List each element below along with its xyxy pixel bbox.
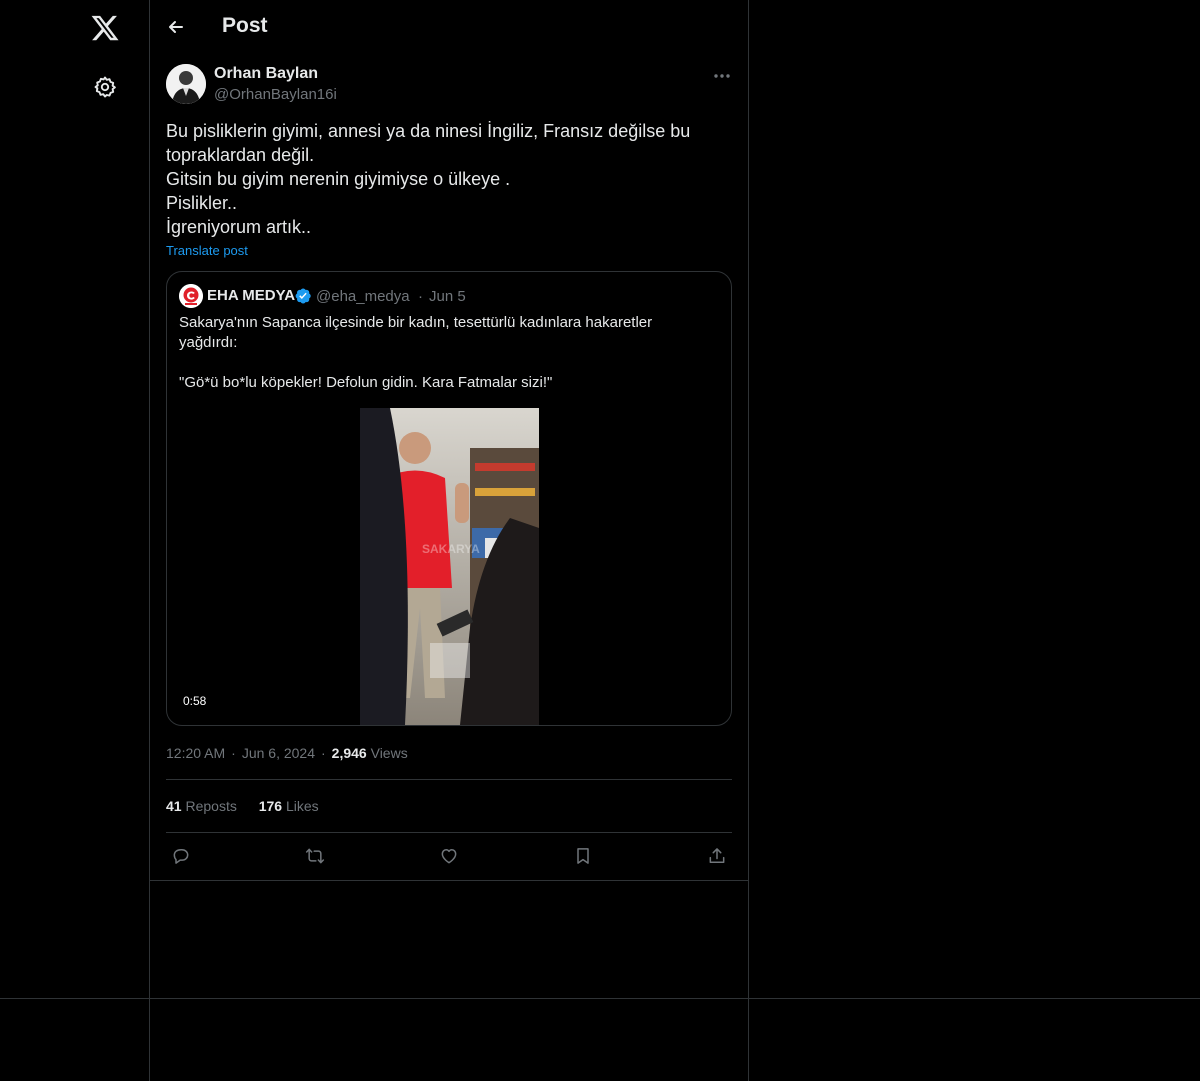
quoted-text-line: Sakarya'nın Sapanca ilçesinde bir kadın,…: [179, 314, 653, 331]
reply-icon[interactable]: [171, 846, 191, 866]
quoted-post-date[interactable]: Jun 5: [429, 288, 466, 305]
quoted-post-card[interactable]: EHA MEDYA @eha_medya · Jun 5 Sakarya'nın…: [166, 271, 732, 726]
reposts-label: Reposts: [185, 798, 237, 814]
video-duration-badge: 0:58: [177, 692, 213, 710]
more-options-icon[interactable]: [712, 66, 732, 86]
quoted-author-handle[interactable]: @eha_medya: [316, 288, 410, 305]
likes-count: 176: [258, 798, 283, 814]
share-icon[interactable]: [707, 846, 727, 866]
translate-post-link[interactable]: Translate post: [166, 243, 248, 258]
left-column-divider: [149, 0, 150, 1081]
post-text-line: Bu pisliklerin giyimi, annesi ya da nine…: [166, 121, 691, 141]
quoted-text-line: "Gö*ü bo*lu köpekler! Defolun gidin. Kar…: [179, 374, 553, 391]
post-text-line: Pislikler..: [166, 193, 238, 213]
post-time[interactable]: 12:20 AM: [166, 745, 225, 761]
post-bottom-divider: [150, 880, 748, 881]
repost-icon[interactable]: [305, 846, 325, 866]
bookmark-icon[interactable]: [573, 846, 593, 866]
video-thumbnail[interactable]: SAKARYA: [360, 408, 539, 725]
author-name[interactable]: Orhan Baylan: [214, 65, 318, 83]
post-meta: 12:20 AM · Jun 6, 2024 · 2,946 Views: [166, 745, 408, 761]
video-watermark-text: SAKARYA: [422, 542, 480, 556]
quoted-avatar[interactable]: [179, 284, 203, 308]
post-text-line: İgreniyorum artık..: [166, 217, 312, 237]
post-text-line: topraklardan değil.: [166, 145, 315, 165]
likes-stat[interactable]: 176 Likes: [259, 798, 319, 814]
x-logo-icon[interactable]: [90, 13, 120, 43]
views-label: Views: [370, 745, 408, 761]
quoted-text-line: yağdırdı:: [179, 334, 238, 351]
quoted-author-name[interactable]: EHA MEDYA: [207, 287, 295, 304]
post-date[interactable]: Jun 6, 2024: [242, 745, 315, 761]
post-text: Bu pisliklerin giyimi, annesi ya da nine…: [166, 119, 726, 239]
quoted-text-line: [179, 353, 699, 373]
views-count: 2,946: [331, 745, 367, 761]
page-bottom-divider: [0, 998, 1200, 999]
reposts-stat[interactable]: 41 Reposts: [166, 798, 237, 814]
arrow-left-icon[interactable]: [166, 17, 186, 37]
reposts-count: 41: [166, 798, 182, 814]
heart-icon[interactable]: [439, 846, 459, 866]
avatar[interactable]: [166, 64, 206, 104]
quoted-post-text: Sakarya'nın Sapanca ilçesinde bir kadın,…: [179, 313, 699, 393]
post-stats: 41 Reposts 176 Likes: [166, 798, 337, 814]
author-handle[interactable]: @OrhanBaylan16i: [214, 86, 337, 103]
stats-divider: [166, 832, 732, 833]
gear-icon[interactable]: [93, 75, 117, 99]
meta-divider: [166, 779, 732, 780]
likes-label: Likes: [285, 798, 319, 814]
post-text-line: Gitsin bu giyim nerenin giyimiyse o ülke…: [166, 169, 511, 189]
right-column-divider: [748, 0, 749, 1081]
verified-badge-icon: [294, 287, 312, 305]
separator-dot: ·: [418, 288, 423, 305]
page-title: Post: [222, 14, 268, 37]
